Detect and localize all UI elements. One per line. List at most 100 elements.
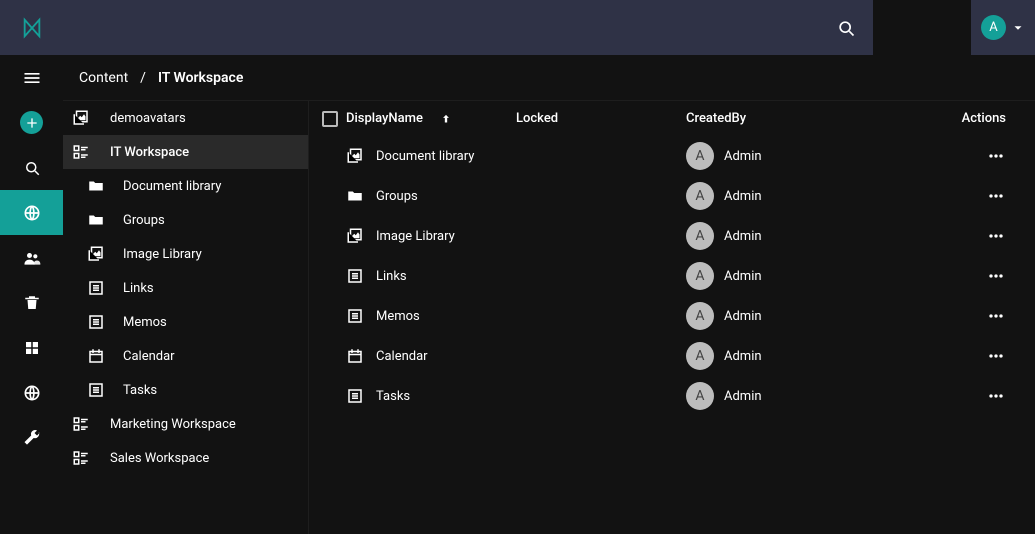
rail-apps-button[interactable] (0, 325, 63, 370)
column-header-locked[interactable]: Locked (516, 111, 686, 126)
row-name-cell: Image Library (346, 227, 516, 245)
row-actions-cell (916, 346, 1030, 366)
rail-users-button[interactable] (0, 235, 63, 280)
col-label: Locked (516, 111, 558, 126)
tree-item-label: Marketing Workspace (110, 417, 236, 432)
tree-item-label: Sales Workspace (110, 451, 209, 466)
row-displayname: Calendar (376, 349, 428, 364)
row-createdby-cell: AAdmin (686, 302, 916, 330)
tree-item-label: IT Workspace (110, 145, 189, 160)
row-displayname: Tasks (376, 389, 410, 404)
col-label: CreatedBy (686, 111, 746, 126)
tree-item[interactable]: Memos (63, 305, 308, 339)
menu-toggle-button[interactable] (0, 55, 63, 100)
tree-item-label: Groups (123, 213, 165, 228)
tree-item[interactable]: Links (63, 271, 308, 305)
rail-search-button[interactable] (0, 145, 63, 190)
tree-item[interactable]: Calendar (63, 339, 308, 373)
breadcrumb-root[interactable]: Content (79, 70, 128, 86)
table-row[interactable]: Tasks AAdmin (314, 376, 1030, 416)
row-createdby: Admin (724, 269, 762, 284)
tree-item-label: Calendar (123, 349, 175, 364)
row-actions-cell (916, 146, 1030, 166)
user-menu[interactable]: A (971, 0, 1035, 55)
plus-icon (24, 115, 40, 131)
tree-item[interactable]: Image Library (63, 237, 308, 271)
tree-item[interactable]: IT Workspace (63, 135, 308, 169)
image-collection-icon (346, 227, 364, 245)
row-name-cell: Document library (346, 147, 516, 165)
tree-item-label: demoavatars (110, 111, 186, 126)
image-collection-icon (85, 243, 107, 265)
workspace-icon (70, 447, 92, 469)
list-icon (346, 307, 364, 325)
topbar-divider (873, 0, 971, 55)
list-icon (85, 277, 107, 299)
table-row[interactable]: Document libraryAAdmin (314, 136, 1030, 176)
more-horiz-icon (986, 266, 1006, 286)
rail-localization-button[interactable] (0, 370, 63, 415)
tree-item[interactable]: Marketing Workspace (63, 407, 308, 441)
content-grid: DisplayName Locked CreatedBy Actions Doc… (309, 101, 1035, 534)
rail-content-button[interactable] (0, 190, 63, 235)
list-icon (346, 267, 364, 285)
global-search-button[interactable] (818, 0, 873, 55)
row-createdby: Admin (724, 189, 762, 204)
table-row[interactable]: LinksAAdmin (314, 256, 1030, 296)
image-collection-icon (70, 107, 92, 129)
tree-item-label: Memos (123, 315, 167, 330)
avatar: A (686, 182, 714, 210)
more-horiz-icon (986, 226, 1006, 246)
folder-icon (85, 175, 107, 197)
table-row[interactable]: Groups A Admin (314, 176, 1030, 216)
row-createdby-cell: AAdmin (686, 342, 916, 370)
row-createdby: Admin (724, 389, 762, 404)
column-header-displayname[interactable]: DisplayName (346, 111, 516, 126)
add-button[interactable] (0, 100, 63, 145)
row-actions-button[interactable] (986, 226, 1006, 246)
tree-item-label: Image Library (123, 247, 202, 262)
tree-item-label: Links (123, 281, 154, 296)
column-header-createdby[interactable]: CreatedBy (686, 111, 916, 126)
globe-icon (22, 383, 42, 403)
table-row[interactable]: Image LibraryAAdmin (314, 216, 1030, 256)
globe-icon (22, 203, 42, 223)
tree-item[interactable]: demoavatars (63, 101, 308, 135)
logo-area[interactable] (0, 0, 63, 55)
row-createdby: Admin (724, 349, 762, 364)
row-actions-button[interactable] (986, 386, 1006, 406)
row-actions-button[interactable] (986, 266, 1006, 286)
rail-settings-button[interactable] (0, 415, 63, 460)
row-actions-button[interactable] (986, 146, 1006, 166)
row-actions-button[interactable] (986, 346, 1006, 366)
avatar: A (981, 15, 1006, 40)
row-actions-button[interactable] (986, 186, 1006, 206)
rail-trash-button[interactable] (0, 280, 63, 325)
list-icon (85, 311, 107, 333)
table-row[interactable]: MemosAAdmin (314, 296, 1030, 336)
sort-asc-icon (439, 112, 453, 126)
grid-icon (23, 339, 41, 357)
row-createdby-cell: AAdmin (686, 382, 916, 410)
breadcrumb-current: IT Workspace (158, 70, 243, 86)
table-row[interactable]: Calendar AAdmin (314, 336, 1030, 376)
row-actions-button[interactable] (986, 306, 1006, 326)
logo-icon (21, 17, 43, 39)
row-displayname: Image Library (376, 229, 455, 244)
tree-item[interactable]: Groups (63, 203, 308, 237)
row-displayname: Groups (376, 189, 418, 204)
select-all-cell[interactable] (314, 111, 346, 127)
tree-item[interactable]: Document library (63, 169, 308, 203)
breadcrumb: Content / IT Workspace (63, 55, 1035, 100)
row-createdby: Admin (724, 149, 762, 164)
col-label: Actions (962, 111, 1006, 126)
row-actions-cell (916, 306, 1030, 326)
col-label: DisplayName (346, 111, 423, 126)
tree-item[interactable]: Sales Workspace (63, 441, 308, 475)
avatar: A (686, 302, 714, 330)
tree-item[interactable]: Tasks (63, 373, 308, 407)
image-collection-icon (346, 147, 364, 165)
more-horiz-icon (986, 306, 1006, 326)
tree-panel: demoavatars IT Workspace Document library G… (63, 101, 309, 534)
row-createdby-cell: AAdmin (686, 262, 916, 290)
